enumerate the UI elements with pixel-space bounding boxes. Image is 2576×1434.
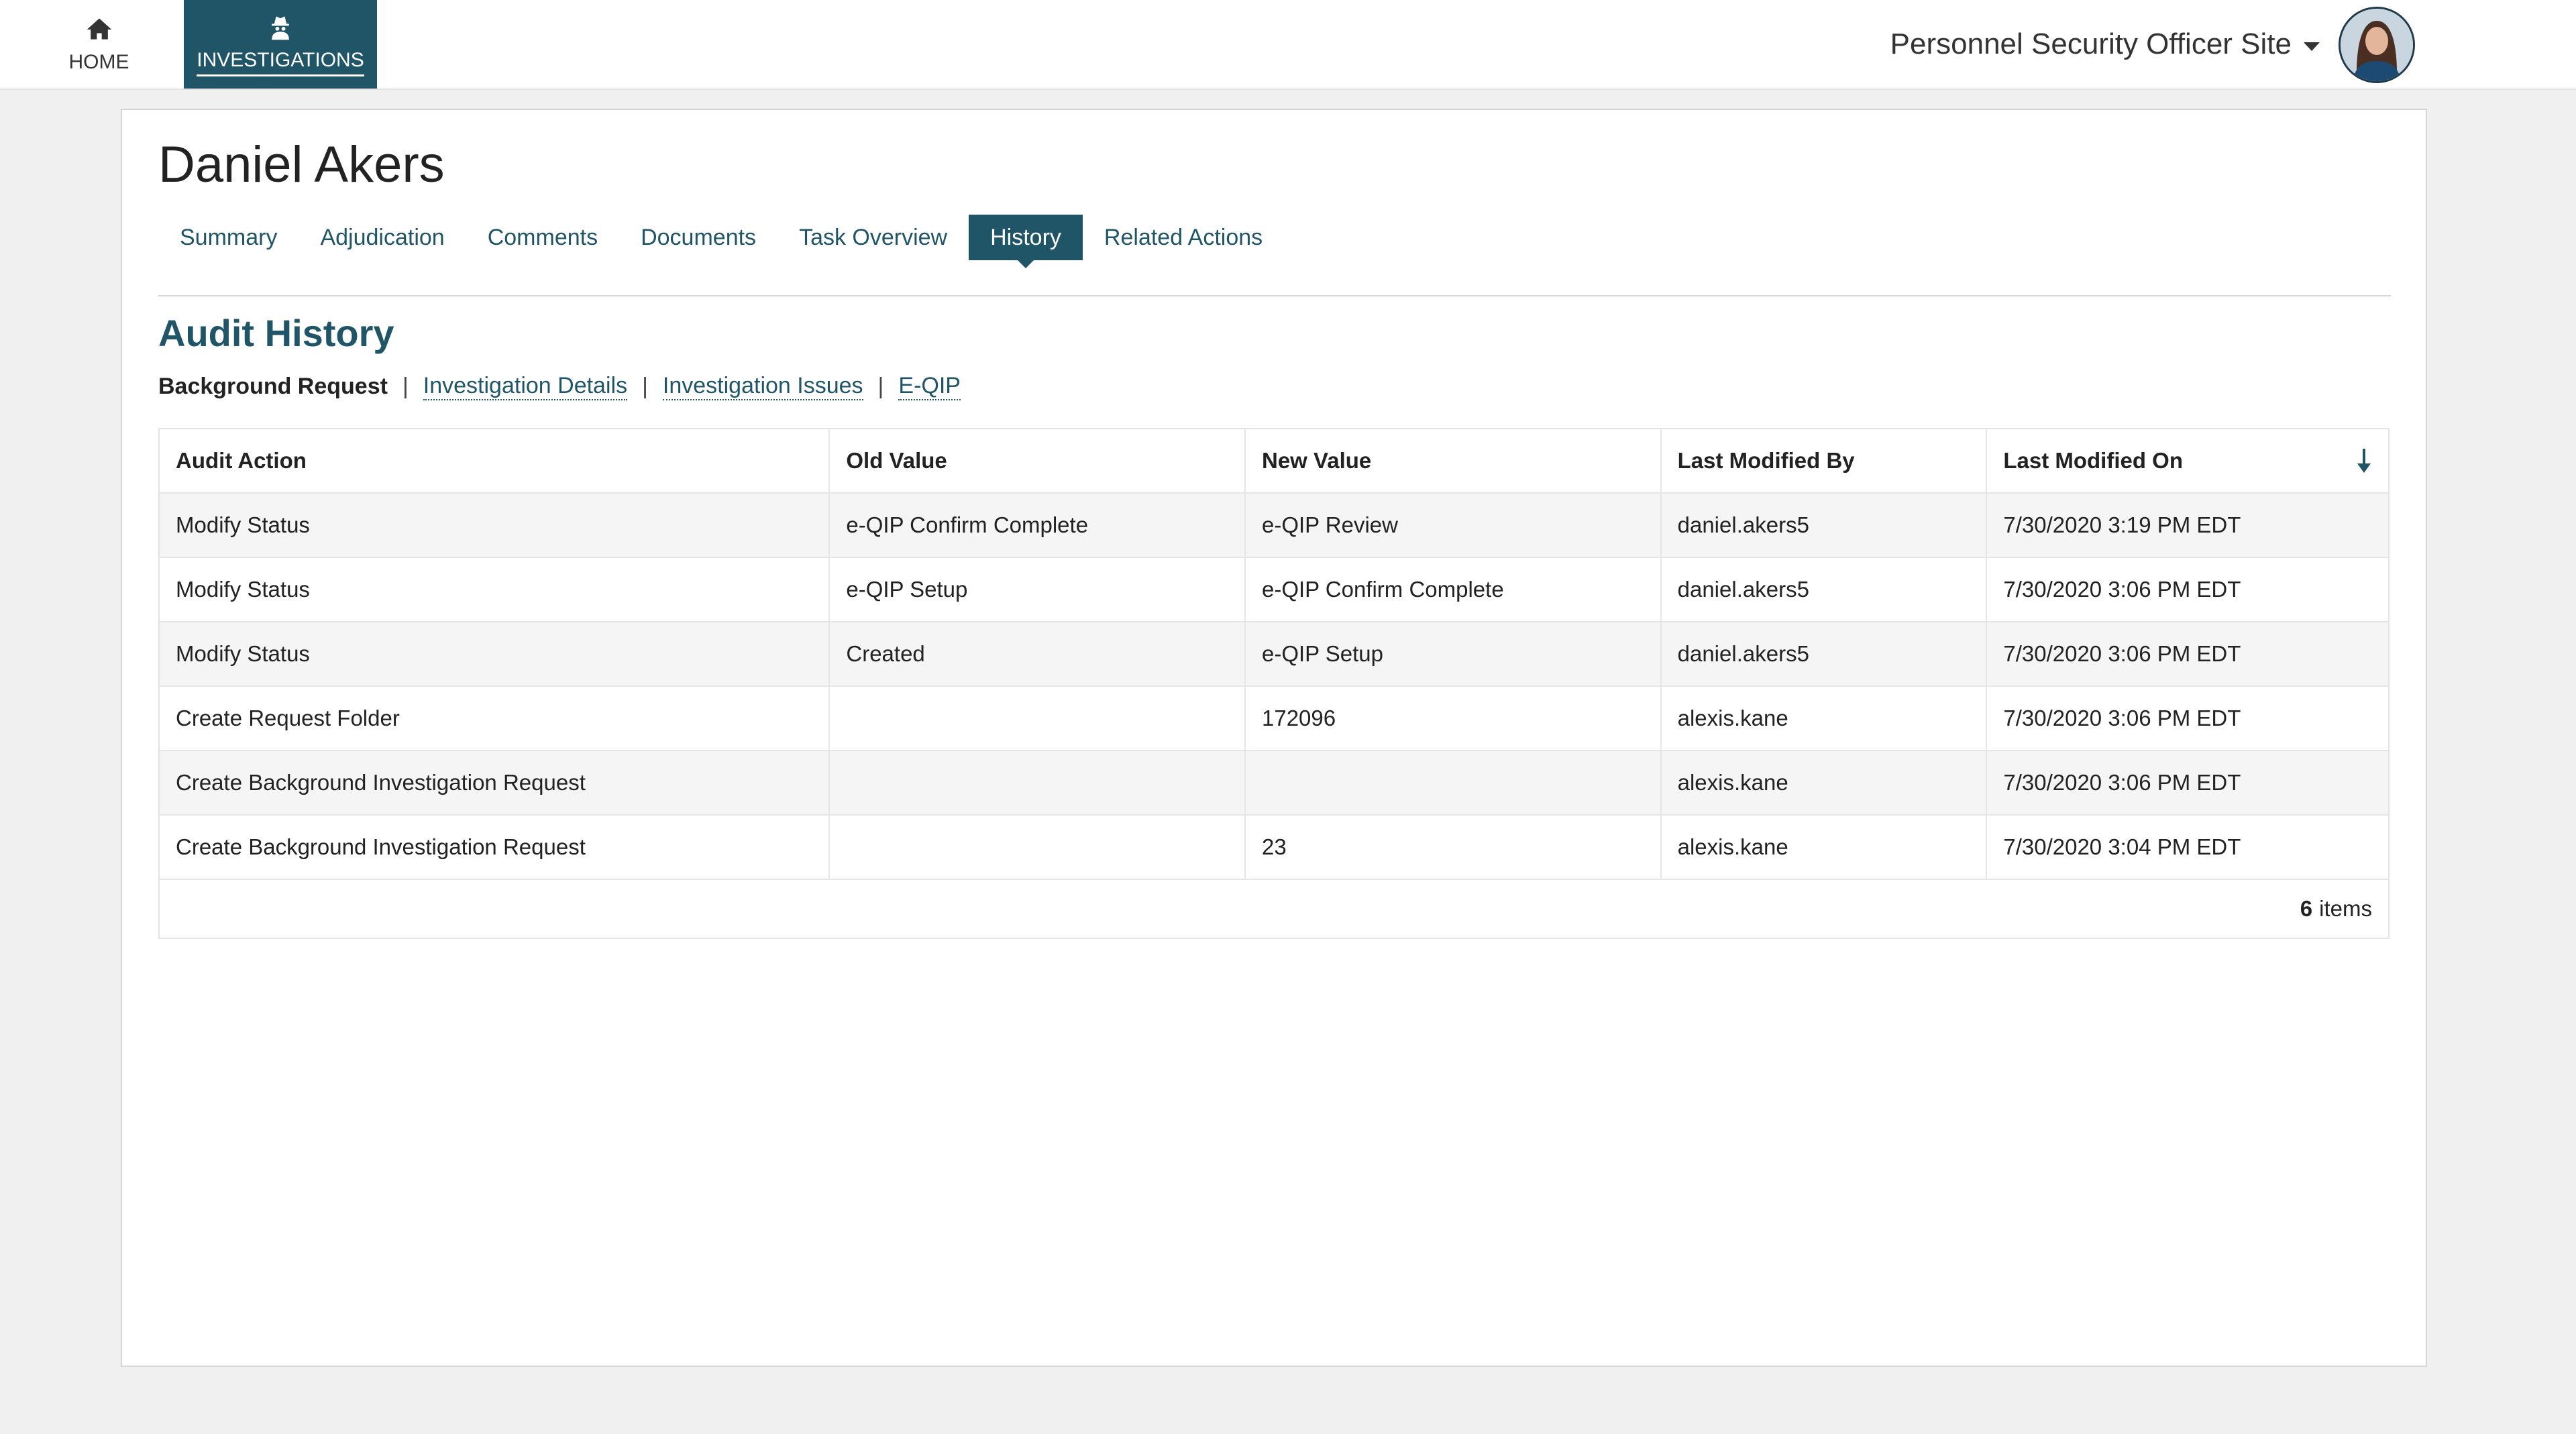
cell-new-value: e-QIP Confirm Complete [1246, 558, 1662, 621]
table-row[interactable]: Create Background Investigation Request … [160, 751, 2388, 816]
cell-last-modified-by: alexis.kane [1662, 687, 1988, 750]
table-header-row: Audit Action Old Value New Value Last Mo… [160, 429, 2388, 494]
cell-new-value: 172096 [1246, 687, 1662, 750]
cell-old-value [830, 751, 1246, 814]
subnav-separator: | [877, 374, 884, 399]
nav-home[interactable]: HOME [47, 0, 151, 89]
column-header-last-modified-by[interactable]: Last Modified By [1662, 429, 1988, 492]
avatar-image [2341, 9, 2413, 81]
cell-new-value: 23 [1246, 816, 1662, 879]
column-header-audit-action[interactable]: Audit Action [160, 429, 830, 492]
tab-related-actions[interactable]: Related Actions [1083, 215, 1284, 260]
subnav-current-background-request: Background Request [158, 374, 388, 399]
table-row[interactable]: Modify Status e-QIP Setup e-QIP Confirm … [160, 558, 2388, 622]
cell-last-modified-on: 7/30/2020 3:06 PM EDT [2003, 706, 2241, 730]
top-navigation-bar: HOME INVESTIGATIONS Personnel Security O… [0, 0, 2576, 90]
caret-down-icon [2304, 42, 2320, 51]
cell-last-modified-by: alexis.kane [1662, 816, 1988, 879]
item-count-suffix: items [2319, 896, 2372, 921]
column-header-last-modified-on-label: Last Modified On [2003, 448, 2184, 473]
cell-last-modified-on: 7/30/2020 3:06 PM EDT [2003, 770, 2241, 795]
cell-old-value: e-QIP Confirm Complete [830, 494, 1246, 557]
column-header-last-modified-on[interactable]: Last Modified On [1987, 429, 2388, 492]
site-switcher-label: Personnel Security Officer Site [1890, 27, 2292, 60]
audit-history-table: Audit Action Old Value New Value Last Mo… [158, 428, 2390, 939]
nav-investigations[interactable]: INVESTIGATIONS [184, 0, 377, 89]
nav-home-label: HOME [68, 51, 129, 73]
detective-icon [272, 16, 289, 40]
cell-last-modified-on: 7/30/2020 3:06 PM EDT [2003, 641, 2241, 666]
tab-comments[interactable]: Comments [466, 215, 619, 260]
cell-audit-action: Create Background Investigation Request [160, 751, 830, 814]
tab-bar: Summary Adjudication Comments Documents … [158, 215, 1284, 268]
tab-summary[interactable]: Summary [158, 215, 299, 260]
audit-subnav: Background Request | Investigation Detai… [158, 373, 961, 400]
cell-old-value [830, 687, 1246, 750]
cell-new-value: e-QIP Setup [1246, 622, 1662, 685]
tab-documents[interactable]: Documents [619, 215, 777, 260]
divider [158, 295, 2391, 296]
column-header-new-value[interactable]: New Value [1246, 429, 1662, 492]
subnav-separator: | [642, 374, 648, 399]
subnav-link-investigation-details[interactable]: Investigation Details [423, 373, 628, 400]
page-title: Daniel Akers [158, 136, 445, 193]
cell-audit-action: Create Request Folder [160, 687, 830, 750]
cell-last-modified-on: 7/30/2020 3:06 PM EDT [2003, 577, 2241, 602]
section-title: Audit History [158, 312, 394, 354]
cell-old-value: Created [830, 622, 1246, 685]
cell-audit-action: Create Background Investigation Request [160, 816, 830, 879]
cell-new-value [1246, 751, 1662, 814]
subnav-link-investigation-issues[interactable]: Investigation Issues [662, 373, 863, 400]
cell-audit-action: Modify Status [160, 622, 830, 685]
table-row[interactable]: Create Request Folder 172096 alexis.kane… [160, 687, 2388, 751]
table-footer: 6 items [160, 880, 2388, 938]
subnav-separator: | [402, 374, 409, 399]
cell-old-value: e-QIP Setup [830, 558, 1246, 621]
cell-old-value [830, 816, 1246, 879]
cell-audit-action: Modify Status [160, 494, 830, 557]
table-row[interactable]: Modify Status Created e-QIP Setup daniel… [160, 622, 2388, 687]
column-header-old-value[interactable]: Old Value [830, 429, 1246, 492]
sort-descending-icon[interactable] [2356, 447, 2372, 474]
table-row[interactable]: Modify Status e-QIP Confirm Complete e-Q… [160, 494, 2388, 558]
tab-history[interactable]: History [969, 215, 1083, 268]
cell-new-value: e-QIP Review [1246, 494, 1662, 557]
cell-last-modified-by: daniel.akers5 [1662, 622, 1988, 685]
cell-last-modified-by: daniel.akers5 [1662, 494, 1988, 557]
cell-last-modified-by: daniel.akers5 [1662, 558, 1988, 621]
cell-last-modified-on: 7/30/2020 3:19 PM EDT [2003, 512, 2241, 537]
cell-last-modified-by: alexis.kane [1662, 751, 1988, 814]
tab-task-overview[interactable]: Task Overview [777, 215, 969, 260]
home-icon [87, 18, 111, 40]
cell-last-modified-on: 7/30/2020 3:04 PM EDT [2003, 834, 2241, 859]
item-count: 6 [2300, 896, 2313, 921]
cell-audit-action: Modify Status [160, 558, 830, 621]
site-switcher[interactable]: Personnel Security Officer Site [1890, 23, 2320, 66]
subnav-link-eqip[interactable]: E-QIP [898, 373, 961, 400]
table-row[interactable]: Create Background Investigation Request … [160, 816, 2388, 880]
tab-adjudication[interactable]: Adjudication [299, 215, 466, 260]
content-card: Daniel Akers Summary Adjudication Commen… [121, 109, 2427, 1367]
nav-investigations-label: INVESTIGATIONS [197, 49, 364, 76]
user-avatar[interactable] [2339, 7, 2415, 83]
